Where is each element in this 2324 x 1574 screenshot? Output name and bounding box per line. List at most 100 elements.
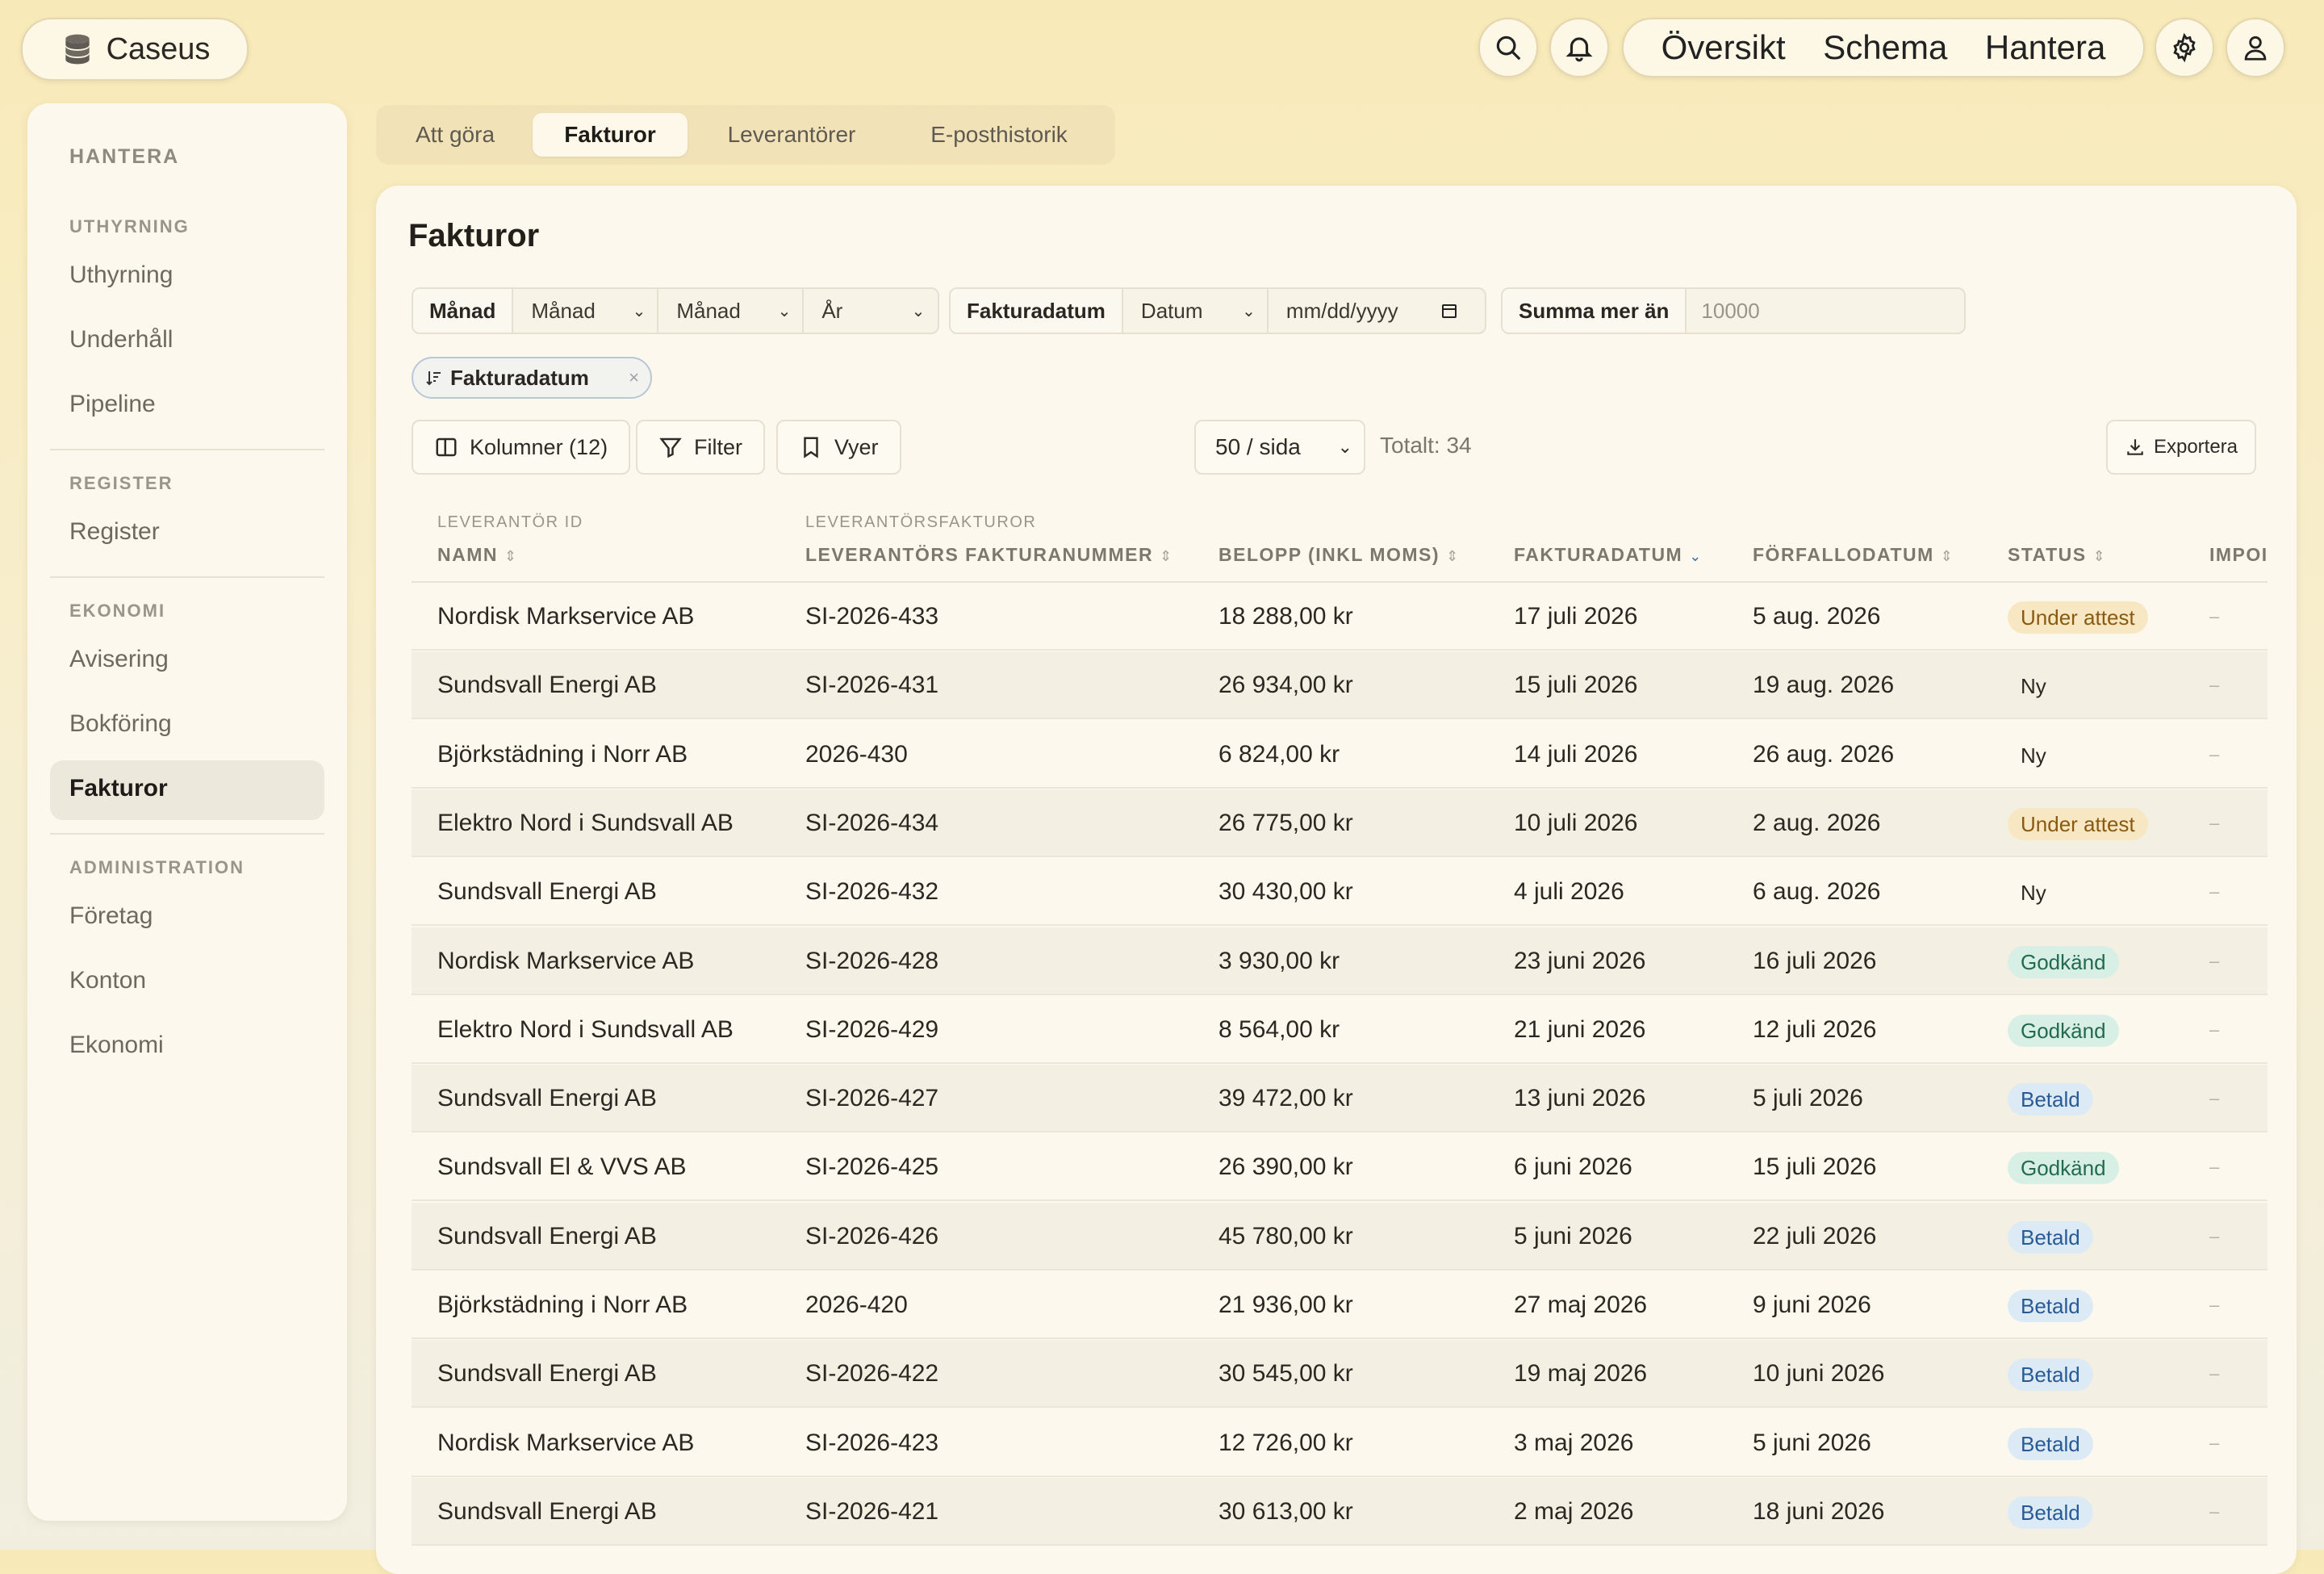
month-from-select[interactable]: Månad ⌄ [513,289,659,333]
header-amount[interactable]: BELOPP (INKL MOMS) ⇕ [1218,544,1460,566]
cell-amount: 3 930,00 kr [1218,947,1340,974]
cell-invoice-number: 2026-430 [805,740,908,768]
sidebar-item-avisering[interactable]: Avisering [69,646,169,673]
settings-button[interactable] [2155,18,2214,77]
header-status[interactable]: STATUS ⇕ [2008,544,2106,566]
user-button[interactable] [2226,18,2285,77]
cell-invoice-date: 4 juli 2026 [1514,878,1624,906]
cell-invoice-date: 13 juni 2026 [1514,1085,1646,1112]
cell-supplier-name: Sundsvall Energi AB [437,1085,657,1112]
cell-due-date: 9 juni 2026 [1753,1291,1871,1318]
bell-icon [1565,37,1593,62]
cell-status: Under attest [2008,583,2148,651]
status-badge: Betald [2008,1220,2093,1254]
filter-button[interactable]: Filter [636,420,765,475]
sum-filter-label: Summa mer än [1503,289,1687,333]
date-input[interactable]: mm/dd/yyyy [1269,289,1470,333]
notifications-button[interactable] [1549,18,1609,77]
calendar-icon [1441,304,1457,318]
invoice-date-filter: Fakturadatum Datum ⌄ mm/dd/yyyy [949,287,1486,334]
header-name[interactable]: NAMN ⇕ [437,544,518,566]
sidebar-item-pipeline[interactable]: Pipeline [69,391,156,418]
cell-amount: 30 545,00 kr [1218,1360,1353,1388]
sidebar-item-register[interactable]: Register [69,518,160,546]
cell-invoice-date: 14 juli 2026 [1514,740,1638,768]
cell-supplier-name: Björkstädning i Norr AB [437,740,688,768]
cell-import: – [2209,1295,2220,1315]
brand-button[interactable]: Caseus [21,18,249,81]
sum-input[interactable]: 10000 [1687,289,1774,333]
cell-supplier-name: Nordisk Markservice AB [437,603,695,630]
tab-leverantorer[interactable]: Leverantörer [700,113,883,157]
columns-button[interactable]: Kolumner (12) [412,420,631,475]
tab-bar: Att göra Fakturor Leverantörer E-posthis… [376,105,1115,165]
table-row[interactable]: Sundsvall Energi AB SI-2026-432 30 430,00 … [412,858,2268,927]
invoice-date-filter-label: Fakturadatum [951,289,1123,333]
nav-hantera[interactable]: Hantera [1985,28,2105,67]
table-row[interactable]: Sundsvall Energi AB SI-2026-431 26 934,00 … [412,651,2268,720]
year-select[interactable]: År ⌄ [804,289,936,333]
gear-icon [2173,32,2196,63]
table-row[interactable]: Elektro Nord i Sundsvall AB SI-2026-429 8 … [412,996,2268,1064]
cell-invoice-date: 2 maj 2026 [1514,1497,1634,1525]
cell-due-date: 16 juli 2026 [1753,947,1877,974]
cell-invoice-number: SI-2026-432 [805,878,939,906]
cell-amount: 30 430,00 kr [1218,878,1353,906]
year-value: År [821,298,843,323]
cell-due-date: 2 aug. 2026 [1753,809,1881,836]
table-row[interactable]: Elektro Nord i Sundsvall AB SI-2026-434 26… [412,789,2268,857]
month-to-select[interactable]: Månad ⌄ [658,289,805,333]
sidebar-item-foretag[interactable]: Företag [69,902,153,930]
table-row[interactable]: Nordisk Markservice AB SI-2026-428 3 930,0… [412,927,2268,995]
sort-chip[interactable]: Fakturadatum × [412,357,652,399]
nav-schema[interactable]: Schema [1823,28,1947,67]
sidebar-item-underhall[interactable]: Underhåll [69,326,173,354]
tab-att-gora[interactable]: Att göra [391,113,520,157]
cell-amount: 30 613,00 kr [1218,1497,1353,1525]
cell-invoice-date: 15 juli 2026 [1514,672,1638,699]
sidebar-item-uthyrning[interactable]: Uthyrning [69,262,173,289]
table-row[interactable]: Sundsvall Energi AB SI-2026-427 39 472,00 … [412,1065,2268,1133]
cell-amount: 26 934,00 kr [1218,672,1353,699]
table-row[interactable]: Björkstädning i Norr AB 2026-420 21 936,00… [412,1271,2268,1339]
search-button[interactable] [1478,18,1538,77]
cell-amount: 12 726,00 kr [1218,1429,1353,1456]
cell-supplier-name: Nordisk Markservice AB [437,1429,695,1456]
sidebar-section-title: HANTERA [69,145,180,168]
table-row[interactable]: Nordisk Markservice AB SI-2026-423 12 726,… [412,1409,2268,1477]
header-invoice-date[interactable]: FAKTURADATUM ⌄ [1514,544,1703,566]
chevron-down-icon: ⌄ [1242,302,1256,320]
per-page-select[interactable]: 50 / sida ⌄ [1194,420,1365,475]
tab-fakturor[interactable]: Fakturor [533,113,688,157]
sidebar-item-ekonomi[interactable]: Ekonomi [69,1032,164,1059]
cell-due-date: 5 juni 2026 [1753,1429,1871,1456]
sidebar-group-uthyrning: UTHYRNING [69,216,190,237]
table-row[interactable]: Björkstädning i Norr AB 2026-430 6 824,00 … [412,721,2268,789]
cell-supplier-name: Sundsvall Energi AB [437,1360,657,1388]
columns-button-label: Kolumner (12) [470,434,608,459]
sidebar-item-fakturor[interactable]: Fakturor [69,775,168,802]
table-row[interactable]: Sundsvall Energi AB SI-2026-422 30 545,00 … [412,1340,2268,1409]
sidebar-item-konton[interactable]: Konton [69,967,146,994]
views-button[interactable]: Vyer [776,420,901,475]
status-badge: Godkänd [2008,1014,2119,1047]
table-row[interactable]: Sundsvall El & VVS AB SI-2026-425 26 390,0… [412,1133,2268,1202]
header-due-date[interactable]: FÖRFALLODATUM ⇕ [1753,544,1954,566]
cell-invoice-date: 23 juni 2026 [1514,947,1646,974]
date-mode-select[interactable]: Datum ⌄ [1123,289,1269,333]
table-row[interactable]: Sundsvall Energi AB SI-2026-426 45 780,00 … [412,1202,2268,1271]
table-row[interactable]: Sundsvall Energi AB SI-2026-421 30 613,00 … [412,1477,2268,1546]
header-import[interactable]: IMPOI [2209,544,2268,566]
month-from-value: Månad [531,298,596,323]
top-bar: Caseus Översikt Schema Hantera [0,0,2324,97]
tab-eposthistorik[interactable]: E-posthistorik [896,113,1102,157]
close-icon[interactable]: × [629,367,639,388]
export-button[interactable]: Exportera [2106,420,2256,475]
header-invoice-number[interactable]: LEVERANTÖRS FAKTURANUMMER ⇕ [805,544,1173,566]
cell-import: – [2209,1157,2220,1178]
status-badge: Under attest [2008,601,2148,634]
table-row[interactable]: Nordisk Markservice AB SI-2026-433 18 288,… [412,583,2268,651]
sidebar: HANTERA UTHYRNING Uthyrning Underhåll Pi… [27,103,347,1521]
nav-oversikt[interactable]: Översikt [1661,28,1786,67]
sidebar-item-bokforing[interactable]: Bokföring [69,710,172,738]
